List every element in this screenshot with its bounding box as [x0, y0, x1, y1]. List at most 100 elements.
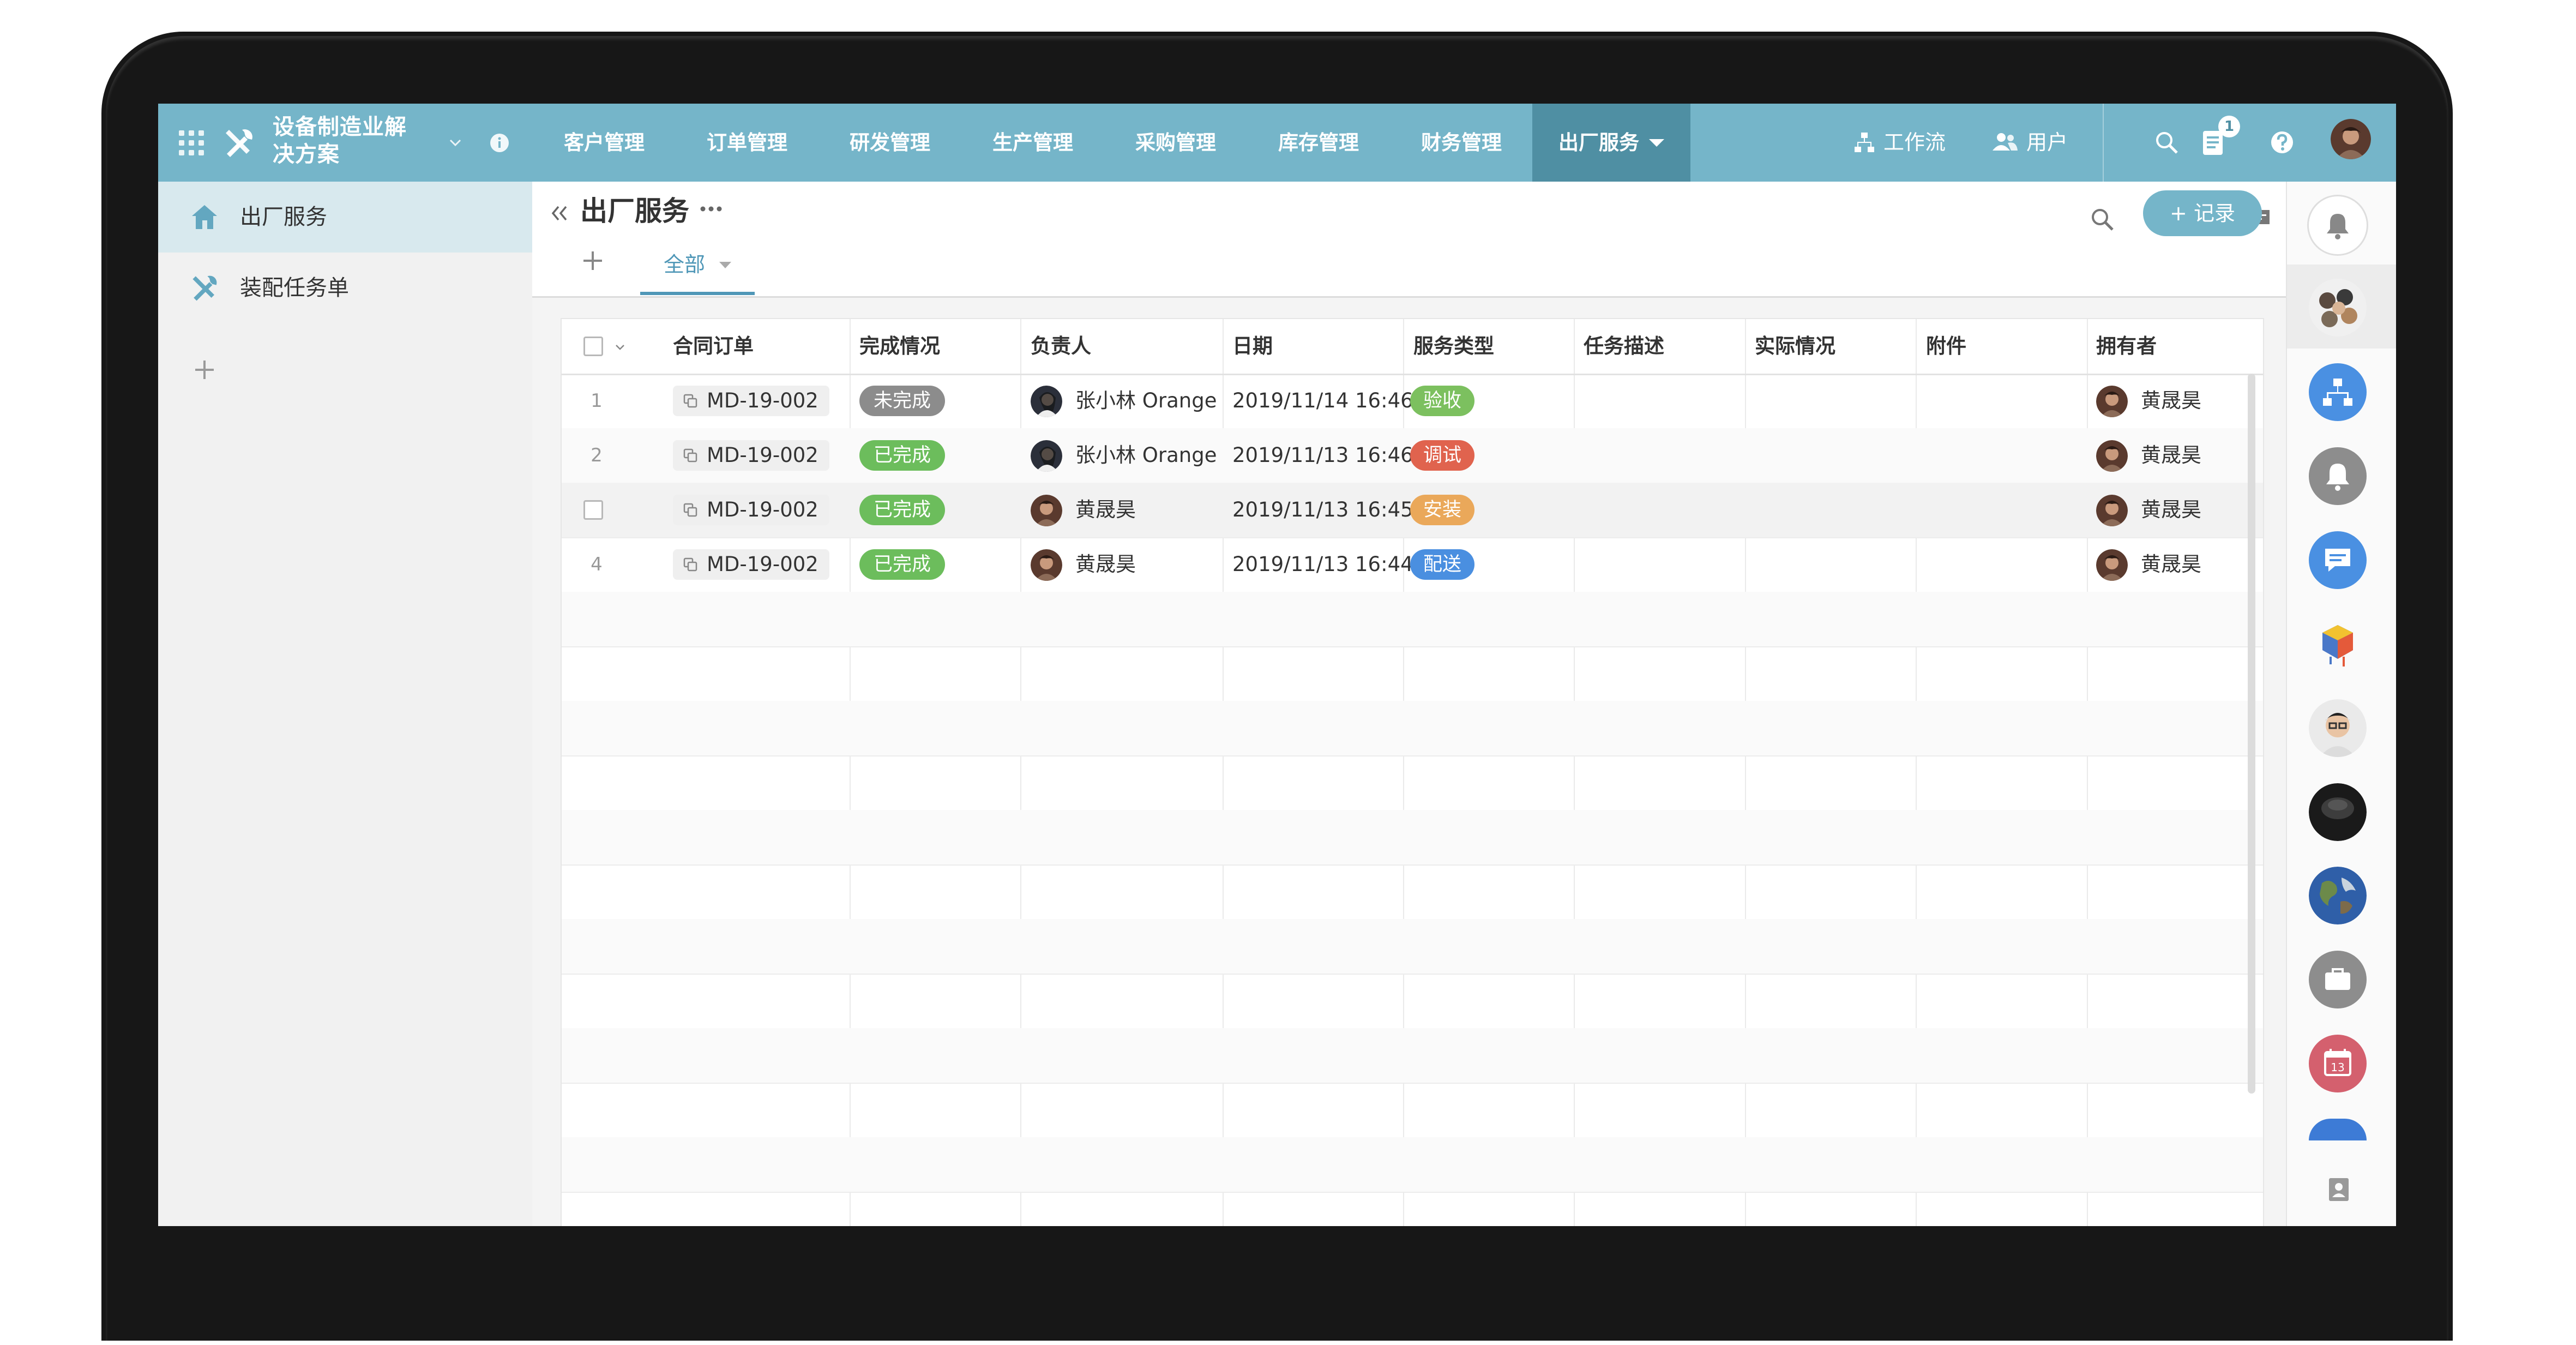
group-avatars-icon[interactable]: [2309, 279, 2367, 337]
top-header: 设备制造业解 决方案 客户管理 订单管理 研发管理 生产管理 采购管理 库存管理…: [158, 104, 2396, 182]
column-header-service-type[interactable]: 服务类型: [1413, 319, 1494, 374]
app-cube-icon[interactable]: [2309, 615, 2367, 673]
empty-row: [562, 1137, 2263, 1193]
column-header-date[interactable]: 日期: [1232, 319, 1273, 374]
avatar: [2096, 386, 2128, 417]
chevron-down-icon[interactable]: [614, 341, 626, 353]
users-button[interactable]: 用户: [1991, 104, 2068, 182]
table-scrollbar[interactable]: [2248, 374, 2255, 1094]
left-sidebar: 出厂服务 装配任务单: [158, 182, 532, 1226]
avatar: [1031, 549, 1062, 581]
nav-item-orders[interactable]: 订单管理: [693, 104, 802, 182]
more-options-icon[interactable]: [699, 203, 723, 214]
chevron-down-icon[interactable]: [447, 134, 464, 151]
tab-all-label: 全部: [663, 253, 705, 277]
users-icon: [1993, 133, 2018, 151]
double-chevron-left-icon[interactable]: [549, 202, 570, 224]
link-record-icon: [683, 394, 697, 408]
app-title[interactable]: 设备制造业解 决方案: [273, 113, 431, 168]
table-row[interactable]: 1 MD-19-002 未完成 张小林 Orange 2019/11/14 16…: [562, 374, 2263, 429]
row-number: 1: [591, 390, 603, 412]
tab-all[interactable]: 全部: [640, 243, 755, 295]
column-header-order[interactable]: 合同订单: [673, 319, 754, 374]
earth-icon[interactable]: [2309, 867, 2367, 924]
contact-avatar-partial[interactable]: [2309, 1119, 2367, 1140]
empty-row: [562, 755, 2263, 811]
link-record-icon: [683, 557, 697, 572]
address-book-icon[interactable]: [2327, 1176, 2350, 1203]
calendar-icon[interactable]: 13: [2309, 1035, 2367, 1092]
nav-item-rnd[interactable]: 研发管理: [835, 104, 944, 182]
add-sheet-icon[interactable]: [190, 355, 219, 385]
status-badge: 已完成: [859, 495, 946, 525]
nav-item-production[interactable]: 生产管理: [978, 104, 1087, 182]
avatar: [2096, 549, 2128, 581]
briefcase-icon[interactable]: [2309, 951, 2367, 1008]
bell-icon[interactable]: [2309, 196, 2367, 254]
tools-icon: [192, 275, 217, 301]
column-header-task-description[interactable]: 任务描述: [1584, 319, 1664, 374]
help-icon[interactable]: [2270, 130, 2295, 155]
apps-grid-icon[interactable]: [178, 129, 205, 157]
page-title: 出厂服务: [580, 195, 689, 227]
sidebar-item-shipping-service[interactable]: 出厂服务: [158, 182, 532, 253]
org-chart-icon[interactable]: [2309, 363, 2367, 421]
column-header-holder[interactable]: 拥有者: [2096, 319, 2157, 374]
holder-name: 黄晟昊: [2141, 498, 2201, 521]
app-screen: 设备制造业解 决方案 客户管理 订单管理 研发管理 生产管理 采购管理 库存管理…: [158, 104, 2396, 1226]
holder-name: 黄晟昊: [2141, 553, 2201, 576]
service-type-badge: 配送: [1410, 549, 1475, 580]
avatar: [2096, 495, 2128, 526]
sidebar-item-assembly-tasks[interactable]: 装配任务单: [158, 253, 532, 323]
table-row[interactable]: MD-19-002 已完成 黄晟昊 2019/11/13 16:45 安装 黄晟…: [562, 483, 2263, 538]
main-content: 出厂服务 全部 + 记录 合同订单 完成情况 负责人 日期 服务类型 任务描述 …: [532, 182, 2286, 1226]
column-header-status[interactable]: 完成情况: [859, 319, 940, 374]
avatar: [1031, 495, 1062, 526]
add-record-button[interactable]: + 记录: [2143, 190, 2262, 236]
order-number: MD-19-002: [707, 553, 818, 576]
nav-item-customers[interactable]: 客户管理: [550, 104, 659, 182]
empty-row: [562, 919, 2263, 975]
search-icon[interactable]: [2090, 207, 2115, 232]
contact-avatar-dark[interactable]: [2309, 783, 2367, 841]
workflow-icon: [1855, 132, 1874, 152]
workflow-button[interactable]: 工作流: [1853, 104, 1946, 182]
calendar-day: 13: [2331, 1061, 2344, 1074]
owner-name: 黄晟昊: [1075, 498, 1136, 521]
right-rail: 13: [2286, 182, 2396, 1226]
chat-icon[interactable]: [2309, 531, 2367, 589]
order-link-chip[interactable]: MD-19-002: [673, 386, 829, 416]
column-header-actual-status[interactable]: 实际情况: [1755, 319, 1835, 374]
info-icon[interactable]: [489, 132, 510, 154]
order-number: MD-19-002: [707, 389, 818, 412]
column-header-attachments[interactable]: 附件: [1926, 319, 1966, 374]
table-row[interactable]: 4 MD-19-002 已完成 黄晟昊 2019/11/13 16:44 配送 …: [562, 537, 2263, 593]
order-number: MD-19-002: [707, 443, 818, 467]
header-divider: [2103, 104, 2104, 182]
table-row[interactable]: 2 MD-19-002 已完成 张小林 Orange 2019/11/13 16…: [562, 428, 2263, 484]
status-badge: 已完成: [859, 549, 946, 580]
date-cell: 2019/11/14 16:46: [1232, 389, 1413, 412]
nav-item-finance[interactable]: 财务管理: [1407, 104, 1516, 182]
nav-item-purchasing[interactable]: 采购管理: [1121, 104, 1230, 182]
avatar: [1031, 386, 1062, 417]
order-link-chip[interactable]: MD-19-002: [673, 549, 829, 580]
holder-name: 黄晟昊: [2141, 443, 2201, 467]
nav-item-inventory[interactable]: 库存管理: [1264, 104, 1373, 182]
column-header-owner[interactable]: 负责人: [1031, 319, 1091, 374]
date-cell: 2019/11/13 16:44: [1232, 553, 1413, 576]
row-select-checkbox[interactable]: [583, 500, 603, 520]
notification-count-badge: 1: [2218, 116, 2240, 137]
select-all-checkbox[interactable]: [583, 337, 603, 356]
contact-avatar-man[interactable]: [2309, 699, 2367, 757]
notification-bell-icon[interactable]: [2309, 447, 2367, 505]
caret-down-icon: [1649, 139, 1664, 147]
search-icon[interactable]: [2154, 130, 2179, 155]
user-avatar[interactable]: [2331, 119, 2371, 159]
order-link-chip[interactable]: MD-19-002: [673, 440, 829, 471]
nav-item-shipping-service[interactable]: 出厂服务: [1532, 104, 1690, 182]
data-table: 合同订单 完成情况 负责人 日期 服务类型 任务描述 实际情况 附件 拥有者 1…: [562, 319, 2263, 1226]
add-view-icon[interactable]: [580, 248, 605, 273]
order-link-chip[interactable]: MD-19-002: [673, 495, 829, 525]
owner-name: 张小林 Orange: [1075, 443, 1217, 467]
